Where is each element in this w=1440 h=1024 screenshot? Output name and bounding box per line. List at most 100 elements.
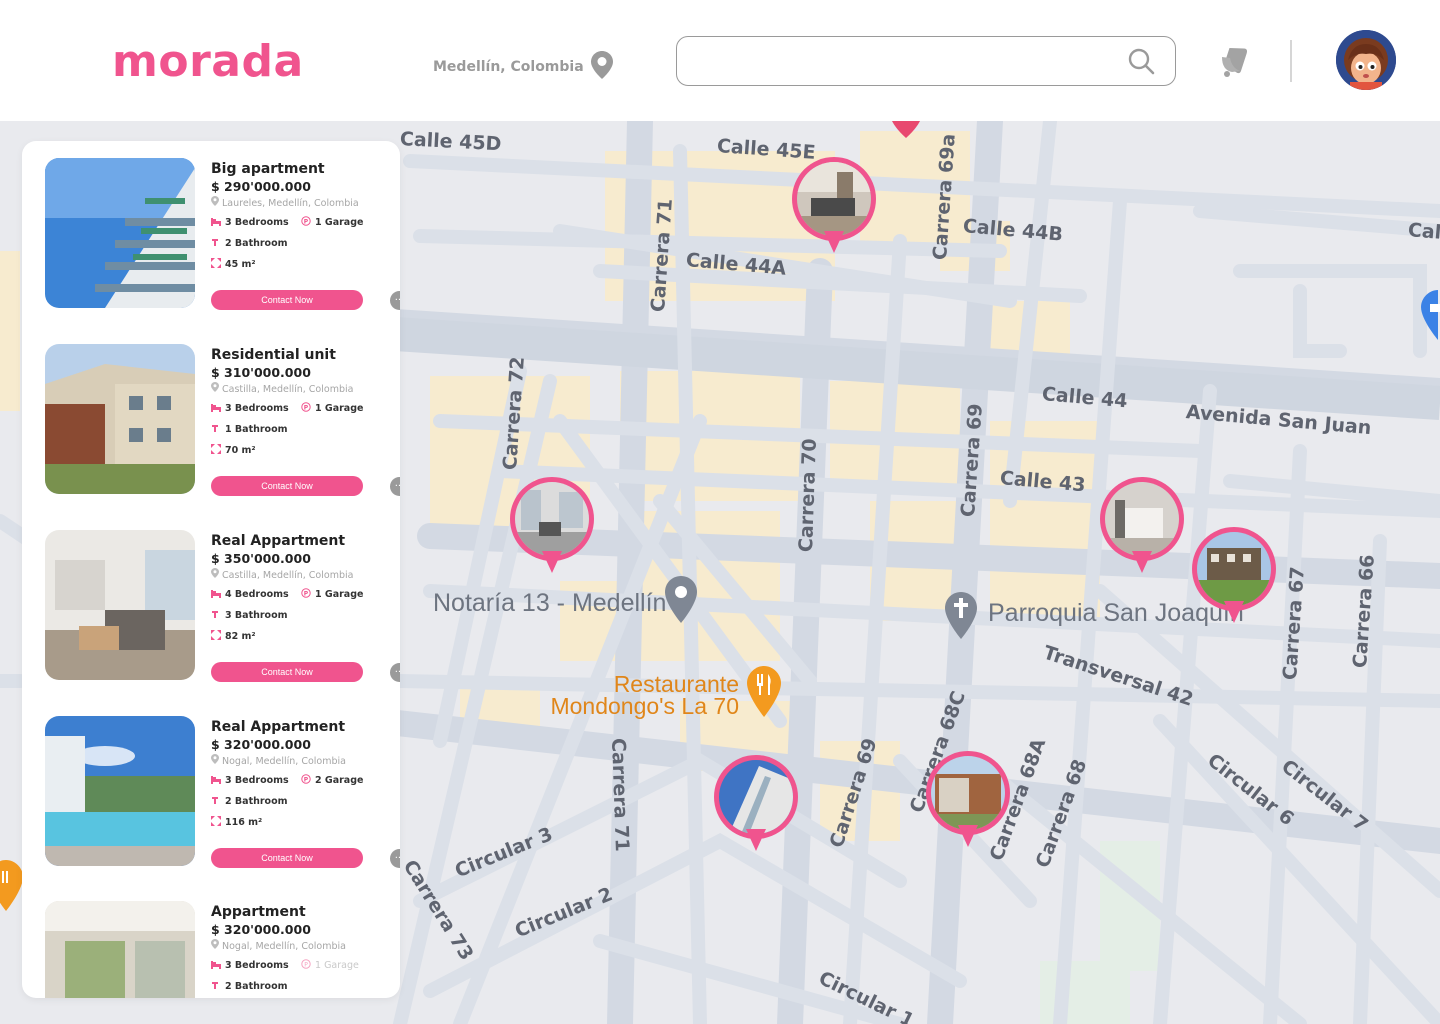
bathrooms-text: 3 Bathroom: [225, 610, 288, 621]
garage-feature: P 1 Garage: [301, 216, 391, 229]
listing-card[interactable]: Real Appartment $ 320'000.000 Nogal, Medel…: [45, 716, 400, 868]
contact-now-button[interactable]: Contact Now: [211, 290, 363, 310]
bed-icon: [211, 216, 221, 229]
search-icon[interactable]: [1127, 47, 1155, 79]
listings-panel[interactable]: Big apartment $ 290'000.000 Laureles, Mede…: [22, 141, 400, 998]
shower-icon: [211, 237, 221, 250]
bedrooms-text: 3 Bedrooms: [225, 403, 289, 414]
bathrooms-text: 2 Bathroom: [225, 238, 288, 249]
more-options-icon[interactable]: ···: [390, 477, 400, 496]
garage-text: 1 Garage: [315, 589, 364, 600]
listing-card[interactable]: Appartment $ 320'000.000 Nogal, Medellín, …: [45, 901, 390, 998]
poi-marker-icon[interactable]: [664, 575, 698, 629]
parking-icon: P: [301, 588, 311, 601]
garage-feature: P 1 Garage: [301, 402, 391, 415]
listing-card[interactable]: Residential unit $ 310'000.000 Castilla, M…: [45, 344, 400, 496]
area-icon: [211, 258, 221, 271]
svg-text:P: P: [304, 404, 309, 411]
search-input[interactable]: [677, 37, 1107, 83]
more-options-icon[interactable]: ···: [390, 291, 400, 310]
address-text: Nogal, Medellín, Colombia: [222, 941, 346, 952]
area-text: 82 m²: [225, 631, 256, 642]
area-icon: [211, 444, 221, 457]
address-text: Laureles, Medellín, Colombia: [222, 198, 359, 209]
listing-photo[interactable]: [45, 158, 195, 308]
parking-icon: P: [301, 959, 311, 972]
feature-row: 2 Bathroom: [211, 791, 391, 812]
listing-info: Residential unit $ 310'000.000 Castilla, M…: [211, 346, 391, 461]
contact-now-button[interactable]: Contact Now: [211, 662, 363, 682]
property-map-pin[interactable]: [1192, 527, 1276, 631]
listing-photo[interactable]: [45, 530, 195, 680]
notification-bell-icon[interactable]: [1218, 44, 1250, 82]
more-options-icon[interactable]: ···: [390, 849, 400, 868]
listing-title[interactable]: Appartment: [211, 903, 391, 921]
location-pin-icon: [211, 382, 219, 398]
parking-icon: P: [301, 402, 311, 415]
contact-now-button[interactable]: Contact Now: [211, 848, 363, 868]
bedrooms-feature: 3 Bedrooms: [211, 216, 301, 229]
listing-card[interactable]: Big apartment $ 290'000.000 Laureles, Mede…: [45, 158, 400, 310]
contact-now-button[interactable]: Contact Now: [211, 476, 363, 496]
listing-price: $ 290'000.000: [211, 179, 311, 194]
bedrooms-text: 3 Bedrooms: [225, 217, 289, 228]
bed-icon: [211, 959, 221, 972]
property-map-pin[interactable]: [1100, 477, 1184, 581]
listing-title[interactable]: Real Appartment: [211, 718, 391, 736]
user-avatar[interactable]: [1336, 30, 1396, 90]
property-map-pin[interactable]: [510, 477, 594, 581]
street-label: Carrera 70: [795, 438, 821, 553]
notary-label[interactable]: Notaría 13 - Medellín: [433, 589, 666, 618]
location-pin-icon: [211, 939, 219, 955]
feature-row: 3 Bathroom: [211, 605, 391, 626]
listing-address: Castilla, Medellín, Colombia: [211, 382, 391, 398]
church-icon[interactable]: [944, 591, 978, 645]
property-map-pin[interactable]: [792, 157, 876, 261]
more-options-icon[interactable]: ···: [390, 663, 400, 682]
bedrooms-feature: 3 Bedrooms: [211, 402, 301, 415]
area-text: 45 m²: [225, 259, 256, 270]
marker-pin-icon[interactable]: [892, 121, 920, 143]
svg-text:P: P: [304, 776, 309, 783]
listing-photo[interactable]: [45, 716, 195, 866]
address-text: Castilla, Medellín, Colombia: [222, 570, 354, 581]
area-text: 116 m²: [225, 817, 263, 828]
shop-icon[interactable]: [1418, 289, 1440, 345]
area-feature: 116 m²: [211, 816, 308, 829]
restaurant-icon[interactable]: [0, 859, 24, 917]
shower-icon: [211, 980, 221, 993]
parking-icon: P: [301, 774, 311, 787]
bedrooms-feature: 3 Bedrooms: [211, 959, 301, 972]
feature-row: 1 Bathroom: [211, 419, 391, 440]
listing-price: $ 310'000.000: [211, 365, 311, 380]
location-pin-icon: [211, 196, 219, 212]
bedrooms-feature: 4 Bedrooms: [211, 588, 301, 601]
feature-row: 3 Bedrooms P 1 Garage: [211, 398, 391, 419]
listing-title[interactable]: Residential unit: [211, 346, 391, 364]
restaurant-icon[interactable]: [746, 665, 782, 723]
restaurant-label[interactable]: Restaurante Mondongo's La 70: [545, 673, 739, 718]
bathroom-feature: 1 Bathroom: [211, 423, 308, 436]
property-photo: [515, 482, 589, 556]
area-icon: [211, 816, 221, 829]
app-logo[interactable]: morada: [112, 36, 304, 87]
svg-text:P: P: [304, 590, 309, 597]
location-selector[interactable]: Medellín, Colombia: [433, 50, 614, 84]
listing-card[interactable]: Real Appartment $ 350'000.000 Castilla, Me…: [45, 530, 400, 682]
feature-row: 3 Bedrooms P 1 Garage: [211, 212, 391, 233]
address-text: Nogal, Medellín, Colombia: [222, 756, 346, 767]
parking-icon: P: [301, 216, 311, 229]
listing-photo[interactable]: [45, 344, 195, 494]
bed-icon: [211, 588, 221, 601]
bathroom-feature: 2 Bathroom: [211, 237, 308, 250]
feature-row: 45 m²: [211, 254, 391, 275]
feature-row: 116 m²: [211, 812, 391, 833]
listing-photo[interactable]: [45, 901, 195, 998]
listing-title[interactable]: Real Appartment: [211, 532, 391, 550]
property-photo: [797, 162, 871, 236]
listing-title[interactable]: Big apartment: [211, 160, 391, 178]
bedrooms-text: 4 Bedrooms: [225, 589, 289, 600]
property-map-pin[interactable]: [926, 751, 1010, 855]
property-photo: [1197, 532, 1271, 606]
property-map-pin[interactable]: [714, 755, 798, 859]
